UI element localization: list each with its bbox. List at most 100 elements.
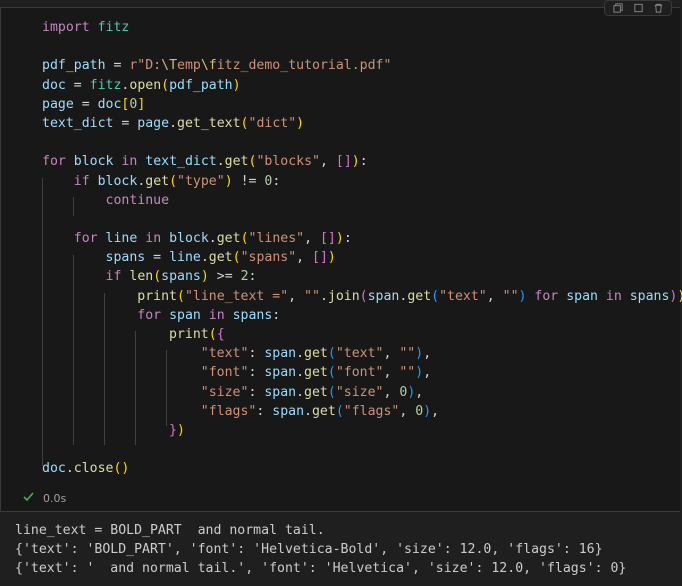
code-token: span [272, 403, 305, 419]
code-token: ( [153, 269, 162, 285]
cell-output: line_text = BOLD_PART and normal tail. {'… [15, 521, 626, 579]
code-token: ) [351, 154, 360, 170]
code-token: print [137, 288, 177, 304]
code-token: span [566, 288, 598, 304]
code-token: get_text [177, 115, 241, 131]
code-token: "" [399, 346, 416, 362]
code-token: ( [335, 403, 344, 419]
code-token: [] [319, 231, 336, 247]
code-token: page [42, 96, 74, 112]
code-token: ) [423, 403, 432, 419]
code-token: = [145, 250, 170, 266]
code-token: . [65, 461, 74, 477]
code-token: ) [200, 269, 209, 285]
code-token: : [248, 346, 265, 362]
code-line: doc.close() [42, 459, 682, 478]
code-token: ( [161, 77, 170, 93]
code-token: spans [629, 288, 670, 304]
code-token: "type" [177, 173, 225, 189]
code-token: len [129, 269, 154, 285]
output-line: {'text': ' and normal tail.', 'font': 'H… [15, 561, 627, 577]
code-token: doc [97, 96, 122, 112]
code-token: "text" [200, 346, 249, 362]
code-token: "flags" [200, 403, 257, 419]
code-token: doc [42, 77, 66, 93]
code-token: "size" [200, 384, 249, 400]
code-token: block [169, 231, 209, 247]
code-token: if [105, 269, 122, 285]
code-token: block [73, 154, 114, 170]
code-token: "" [502, 288, 519, 304]
delete-icon[interactable] [651, 3, 665, 13]
code-token: get [304, 365, 328, 381]
code-token: ) [335, 231, 344, 247]
code-editor[interactable]: import fitz pdf_path = r"D:\Temp\fitz_dem… [42, 18, 682, 479]
code-token: fitz [89, 77, 122, 93]
code-token: , [486, 288, 503, 304]
code-token: import [42, 20, 90, 35]
code-token: span [169, 307, 201, 323]
code-token: get [224, 154, 249, 170]
stop-icon[interactable] [631, 3, 645, 13]
code-token: , [431, 403, 440, 419]
code-cell[interactable]: import fitz pdf_path = r"D:\Temp\fitz_dem… [0, 0, 682, 512]
code-token: get [208, 250, 233, 266]
code-token: >= [208, 269, 241, 285]
code-token: , [383, 365, 400, 381]
code-token: , [296, 250, 313, 266]
code-token: ( [327, 346, 336, 362]
code-token: ) [232, 77, 241, 93]
code-token: close [73, 461, 114, 477]
code-line: "size": span.get("size", 0), [42, 383, 682, 402]
output-line: {'text': 'BOLD_PART', 'font': 'Helvetica… [15, 542, 603, 558]
code-token: "text" [335, 346, 384, 362]
code-token: "line_text =" [184, 288, 289, 304]
code-token: "spans" [240, 250, 297, 266]
code-token: get [145, 173, 170, 189]
code-token: "font" [200, 365, 249, 381]
code-token: : [343, 231, 352, 247]
code-token: in [137, 231, 170, 247]
code-token: ( [327, 365, 336, 381]
code-token: ) [415, 365, 424, 381]
code-token: . [319, 288, 328, 304]
code-token: if [73, 173, 90, 189]
code-token: get [311, 403, 336, 419]
code-token: join [327, 288, 360, 304]
code-token: "" [304, 288, 320, 304]
code-token: doc [42, 461, 66, 477]
copy-icon[interactable] [611, 3, 625, 13]
code-token: ) [296, 115, 305, 131]
code-token: print [169, 327, 209, 342]
code-token: span [264, 365, 297, 381]
code-token: , [399, 403, 416, 419]
code-token: ) [327, 250, 336, 266]
code-token: for [42, 154, 66, 170]
code-line: doc = fitz.open(pdf_path) [42, 76, 682, 95]
code-token: for [73, 231, 98, 247]
code-token: block [97, 173, 138, 189]
code-token: ( [176, 288, 185, 304]
code-token: : [248, 365, 265, 381]
code-token: ) [677, 289, 682, 304]
code-token: ( [240, 115, 249, 131]
code-line: "font": span.get("font", ""), [42, 363, 682, 382]
code-token: : [248, 384, 265, 400]
code-line: "text": span.get("text", ""), [42, 344, 682, 363]
code-token: fitz [97, 20, 130, 35]
code-token: "text" [439, 288, 487, 304]
code-token: get [407, 288, 432, 304]
code-token: "flags" [343, 403, 400, 419]
